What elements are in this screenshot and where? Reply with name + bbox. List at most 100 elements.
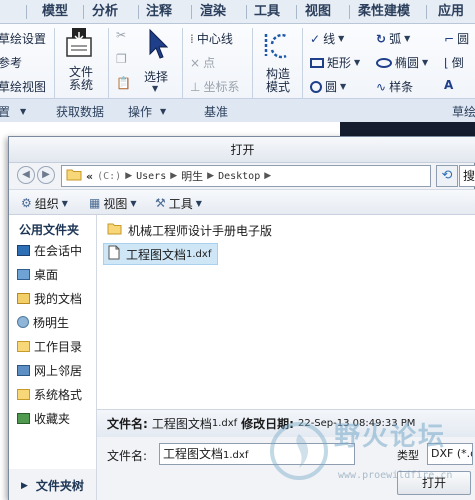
nav-item-user[interactable]: 杨明生 (17, 311, 69, 333)
tab-separator (296, 5, 297, 19)
filename-value: 工程图文档 (163, 447, 224, 461)
search-input[interactable]: 搜 (459, 165, 475, 187)
chevron-down-icon: ▼ (61, 198, 68, 208)
chevron-down-icon: ▼ (422, 58, 429, 67)
tab-separator (138, 5, 139, 19)
user-icon (17, 316, 29, 328)
tab-view[interactable]: 视图 (299, 2, 337, 22)
file-system-button[interactable] (64, 26, 94, 61)
chevron-down-icon: ▼ (195, 198, 202, 208)
address-segment[interactable]: Desktop (218, 171, 260, 182)
line-button[interactable]: ✓ 线 ▼ (310, 30, 344, 47)
chamfer-button[interactable]: ⌊ 倒 (444, 54, 464, 71)
file-list: 机械工程师设计手册电子版 工程图文档 1.dxf (97, 215, 475, 409)
ellipse-icon (376, 57, 392, 68)
circle-button[interactable]: 圆 ▼ (310, 78, 346, 95)
address-drive[interactable]: (C:) (97, 171, 121, 182)
fillet-icon: ⌐ (444, 31, 455, 46)
folder-tree-toggle[interactable]: ▶ 文件夹树 (9, 469, 97, 500)
list-item-folder[interactable]: 机械工程师设计手册电子版 (103, 219, 278, 241)
references-label: 参考 (0, 56, 23, 70)
tab-model[interactable]: 模型 (36, 2, 74, 22)
list-item-file[interactable]: 工程图文档 1.dxf (103, 243, 219, 265)
details-name-label: 文件名: (107, 417, 148, 431)
tab-analysis[interactable]: 分析 (86, 2, 124, 22)
tab-tools[interactable]: 工具 (248, 2, 286, 22)
view-grid-icon: ▦ (89, 196, 101, 210)
sketch-view-button[interactable]: 草绘视图 (0, 78, 46, 95)
nav-item-network[interactable]: 网上邻居 (17, 359, 82, 381)
fillet-label: 圆 (457, 32, 470, 46)
select-button[interactable] (146, 28, 169, 65)
folder-icon (107, 222, 122, 238)
filename-input[interactable]: 工程图文档1.dxf (159, 443, 355, 465)
folder-tree-label: 文件夹树 (35, 479, 84, 493)
spline-icon: ∿ (376, 79, 387, 94)
chevron-down-icon: ▼ (152, 84, 159, 93)
chevron-down-icon[interactable]: ▼ (20, 103, 26, 117)
rectangle-button[interactable]: 矩形 ▼ (310, 54, 360, 71)
nav-item-desktop[interactable]: 桌面 (17, 263, 58, 285)
cut-icon[interactable]: ✂ (116, 28, 126, 42)
address-segment[interactable]: 明生 (181, 168, 203, 184)
refresh-icon: ⟲ (441, 168, 453, 183)
tools-button[interactable]: ⚒ 工具 ▼ (155, 193, 202, 213)
details-name-value: 工程图文档 (151, 417, 212, 431)
tab-annotate[interactable]: 注释 (140, 2, 178, 22)
point-label: 点 (203, 56, 216, 70)
nav-item-favorites[interactable]: 收藏夹 (17, 407, 70, 429)
line-label: 线 (323, 32, 336, 46)
group-label-setup: 置 (0, 105, 11, 119)
address-bar[interactable]: « (C:) ▶ Users ▶ 明生 ▶ Desktop ▶ (61, 165, 431, 187)
folder-icon (17, 388, 30, 400)
fillet-button[interactable]: ⌐ 圆 (444, 30, 469, 47)
point-button[interactable]: × 点 (190, 54, 215, 71)
construction-mode-button[interactable] (262, 30, 290, 63)
nav-item-system-formats[interactable]: 系统格式 (17, 383, 82, 405)
references-button[interactable]: 参考 (0, 54, 22, 71)
nav-item-my-documents[interactable]: 我的文档 (17, 287, 82, 309)
ellipse-button[interactable]: 椭圆 ▼ (376, 54, 428, 71)
model-tree-edge (0, 122, 8, 500)
copy-icon[interactable]: ❐ (116, 52, 127, 66)
chevron-right-icon: ▶ (170, 171, 178, 181)
text-icon[interactable]: A (444, 78, 453, 92)
views-label: 视图 (103, 196, 128, 211)
views-button[interactable]: ▦ 视图 ▼ (89, 193, 137, 213)
tab-flexible-modeling[interactable]: 柔性建模 (352, 2, 416, 22)
nav-item-working-directory[interactable]: 工作目录 (17, 335, 82, 357)
details-name-ext: 1.dxf (211, 418, 238, 429)
refresh-button[interactable]: ⟲ (436, 165, 458, 187)
filename-label: 文件名: (107, 449, 148, 463)
tab-render[interactable]: 渲染 (194, 2, 232, 22)
file-system-icon (66, 28, 92, 57)
sketch-setup-button[interactable]: 草绘设置 (0, 30, 46, 47)
paste-icon[interactable]: 📋 (116, 76, 131, 90)
organize-button[interactable]: ⚙ 组织 ▼ (21, 193, 68, 213)
back-button[interactable]: ◀ (17, 166, 35, 184)
chevron-down-icon[interactable]: ▼ (160, 103, 166, 117)
tab-applications[interactable]: 应用 (432, 2, 470, 22)
line-icon: ✓ (310, 31, 321, 46)
documents-folder-icon (17, 292, 30, 304)
open-button[interactable]: 打开 (397, 471, 471, 495)
arc-button[interactable]: ↻ 弧 ▼ (376, 30, 410, 47)
centerline-button[interactable]: ⁞ 中心线 (190, 30, 233, 47)
construction-mode-label: 构造 模式 (265, 67, 290, 94)
spline-button[interactable]: ∿ 样条 (376, 78, 413, 95)
coordinate-system-button[interactable]: ⊥ 坐标系 (190, 78, 239, 95)
tools-label: 工具 (168, 196, 193, 211)
file-name: 工程图文档 (126, 247, 187, 262)
address-overflow[interactable]: « (86, 170, 93, 183)
nav-item-label: 收藏夹 (34, 411, 71, 426)
cursor-arrow-icon (149, 28, 169, 59)
nav-item-in-session[interactable]: 在会话中 (17, 239, 82, 261)
arc-label: 弧 (389, 32, 402, 46)
navigation-pane: 公用文件夹 在会话中 桌面 我的文档 杨明生 工作目录 网上邻居 系统格式 收藏… (9, 215, 97, 469)
address-segment[interactable]: Users (136, 171, 166, 182)
forward-button[interactable]: ▶ (37, 166, 55, 184)
circle-label: 圆 (325, 80, 338, 94)
type-select[interactable]: DXF (*.dx (427, 443, 473, 465)
group-label-get-data: 获取数据 (56, 105, 105, 119)
chevron-right-icon: ▶ (264, 171, 272, 181)
